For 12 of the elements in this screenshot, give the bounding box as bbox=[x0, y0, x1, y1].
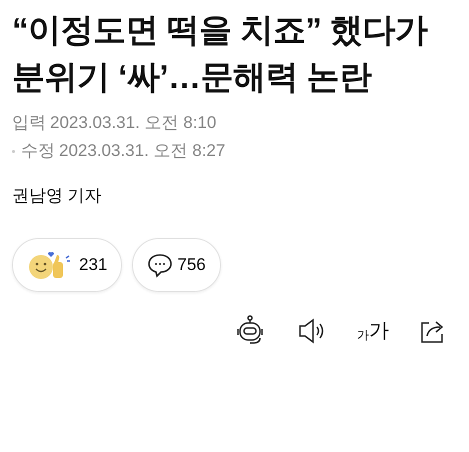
date-label: 입력 bbox=[12, 112, 46, 134]
date-label: 수정 bbox=[21, 140, 55, 162]
author-name: 권남영 기자 bbox=[12, 185, 103, 207]
reaction-count: 756 bbox=[177, 254, 206, 276]
comment-button[interactable]: 756 bbox=[132, 238, 221, 292]
article-title: “이정도면 떡을 치죠” 했다가 분위기 ‘싸’…문해력 논란 bbox=[12, 10, 429, 97]
font-size-button[interactable]: 가가 bbox=[357, 321, 389, 341]
date-value: 2023.03.31. 오전 8:27 bbox=[59, 140, 226, 162]
date-value: 2023.03.31. 오전 8:10 bbox=[50, 112, 216, 134]
reaction-button[interactable]: 231 bbox=[12, 238, 122, 292]
reaction-count: 231 bbox=[79, 254, 108, 276]
speech-bubble-icon bbox=[147, 252, 174, 278]
